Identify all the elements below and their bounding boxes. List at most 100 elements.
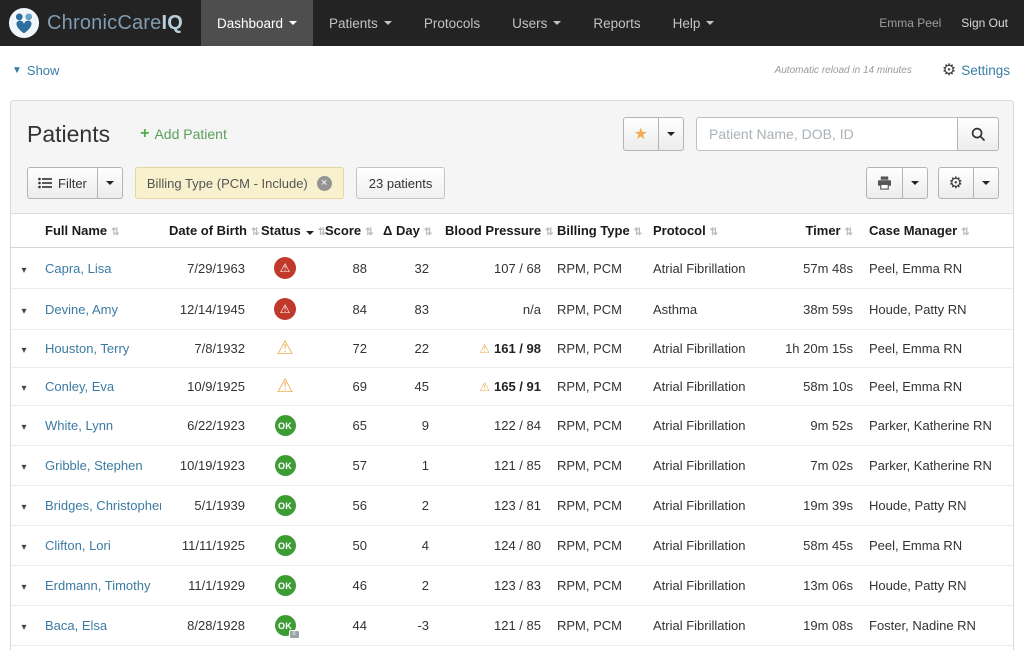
brand-heart-icon (8, 7, 40, 39)
sign-out-link[interactable]: Sign Out (961, 16, 1008, 30)
score-cell: 88 (317, 248, 375, 289)
show-toggle[interactable]: ▼ Show (12, 63, 59, 78)
table-settings-button[interactable]: ⚙ (938, 167, 974, 199)
patient-name-link[interactable]: White, Lynn (45, 418, 113, 433)
patient-name-link[interactable]: Baca, Elsa (45, 618, 107, 633)
remove-filter-icon[interactable]: × (317, 176, 332, 191)
row-expander-icon[interactable]: ▾ (21, 462, 26, 473)
status-cell: OK≡ (253, 646, 317, 650)
nav-item-label: Users (512, 16, 547, 31)
add-patient-label: Add Patient (154, 126, 226, 142)
column-header-blood-pressure[interactable]: Blood Pressure⇅ (437, 214, 549, 248)
row-expander-icon[interactable]: ▾ (21, 542, 26, 553)
patient-name-link[interactable]: Conley, Eva (45, 379, 114, 394)
case-manager-cell: Houde, Patty RN (861, 289, 1013, 330)
nav-item-dashboard[interactable]: Dashboard (201, 0, 313, 46)
page-title: Patients (27, 121, 110, 148)
sort-icon: ⇅ (961, 227, 969, 238)
search-button[interactable] (957, 117, 999, 151)
score-cell: 41 (317, 646, 375, 650)
row-expander-icon[interactable]: ▾ (21, 306, 26, 317)
dob-cell: 12/14/1945 (161, 289, 253, 330)
row-expander-icon[interactable]: ▾ (21, 582, 26, 593)
column-header-label: Timer (805, 223, 840, 238)
row-expander-icon[interactable]: ▾ (21, 383, 26, 394)
protocol-cell: Asthma (645, 289, 765, 330)
print-button[interactable] (866, 167, 903, 199)
status-cell: OK≡ (253, 606, 317, 646)
blood-pressure-cell: 121 / 85 (437, 606, 549, 646)
bp-warning-icon: ⚠ (479, 342, 490, 356)
billing-type-cell: RPM, PCM (549, 606, 645, 646)
row-expander-icon[interactable]: ▾ (21, 265, 26, 276)
column-header-expander (11, 214, 37, 248)
brand[interactable]: ChronicCareIQ (0, 0, 201, 46)
status-ok-icon: OK (275, 535, 296, 556)
sort-icon: ⇅ (424, 227, 432, 238)
column-header-date-of-birth[interactable]: Date of Birth⇅ (161, 214, 253, 248)
gear-icon: ⚙ (949, 173, 963, 193)
row-expander-icon[interactable]: ▾ (21, 622, 26, 633)
row-expander-icon[interactable]: ▾ (21, 422, 26, 433)
chevron-down-icon (706, 21, 714, 25)
patient-name-link[interactable]: Bridges, Christopher (45, 498, 161, 513)
timer-cell: 58m 10s (765, 368, 861, 406)
sort-icon: ⇅ (111, 227, 119, 238)
delta-day-cell: 83 (375, 289, 437, 330)
case-manager-cell: Houde, Patty RN (861, 646, 1013, 650)
patient-name-link[interactable]: Capra, Lisa (45, 261, 111, 276)
score-cell: 50 (317, 526, 375, 566)
nav-item-users[interactable]: Users (496, 0, 577, 46)
plus-icon: + (140, 125, 149, 143)
nav-item-protocols[interactable]: Protocols (408, 0, 496, 46)
patient-search-input[interactable] (696, 117, 958, 151)
column-header-label: Blood Pressure (445, 223, 541, 238)
chevron-down-icon (384, 21, 392, 25)
gear-icon: ⚙ (942, 60, 956, 80)
status-cell: OK (253, 446, 317, 486)
bp-warning-icon: ⚠ (479, 380, 490, 394)
column-header-full-name[interactable]: Full Name⇅ (37, 214, 161, 248)
column-header-timer[interactable]: Timer⇅ (765, 214, 861, 248)
settings-link[interactable]: ⚙ Settings (942, 60, 1010, 80)
nav-item-reports[interactable]: Reports (577, 0, 656, 46)
column-header-protocol[interactable]: Protocol⇅ (645, 214, 765, 248)
nav-item-help[interactable]: Help (657, 0, 731, 46)
case-manager-cell: Parker, Katherine RN (861, 446, 1013, 486)
patients-table-body: ▾ Capra, Lisa 7/29/1963 ⚠ 88 32 107 / 68… (11, 248, 1013, 650)
table-row: ▾ Conley, Eva 10/9/1925 ⚠ 69 45 ⚠165 / 9… (11, 368, 1013, 406)
favorites-star-button[interactable]: ★ (623, 117, 659, 151)
column-header-status[interactable]: Status⇅ (253, 214, 317, 248)
patient-name-link[interactable]: Erdmann, Timothy (45, 578, 151, 593)
column-header-case-manager[interactable]: Case Manager⇅ (861, 214, 1013, 248)
patient-name-link[interactable]: Clifton, Lori (45, 538, 111, 553)
nav-item-patients[interactable]: Patients (313, 0, 408, 46)
case-manager-cell: Peel, Emma RN (861, 248, 1013, 289)
panel-header: Patients + Add Patient ★ (11, 101, 1013, 161)
sort-icon: ⇅ (545, 227, 553, 238)
status-ok-icon: OK (275, 455, 296, 476)
print-dropdown-button[interactable] (902, 167, 928, 199)
nav-item-label: Dashboard (217, 16, 283, 31)
column-header-day[interactable]: Δ Day⇅ (375, 214, 437, 248)
column-header-billing-type[interactable]: Billing Type⇅ (549, 214, 645, 248)
column-header-score[interactable]: Score⇅ (317, 214, 375, 248)
filter-dropdown-button[interactable] (97, 167, 123, 199)
status-cell: OK (253, 566, 317, 606)
status-cell: ⚠ (253, 248, 317, 289)
favorites-dropdown-button[interactable] (658, 117, 684, 151)
patient-name-link[interactable]: Houston, Terry (45, 341, 129, 356)
add-patient-button[interactable]: + Add Patient (140, 125, 227, 143)
blood-pressure-cell: 122 / 84 (437, 406, 549, 446)
row-expander-icon[interactable]: ▾ (21, 345, 26, 356)
filter-button[interactable]: Filter (27, 167, 98, 199)
patient-name-link[interactable]: Devine, Amy (45, 302, 118, 317)
billing-type-cell: RPM, PCM (549, 406, 645, 446)
table-settings-dropdown-button[interactable] (973, 167, 999, 199)
nav-item-label: Reports (593, 16, 640, 31)
status-alert-icon: ⚠ (274, 298, 296, 320)
column-header-label: Score (325, 223, 361, 238)
row-expander-icon[interactable]: ▾ (21, 502, 26, 513)
delta-day-cell: 2 (375, 486, 437, 526)
patient-name-link[interactable]: Gribble, Stephen (45, 458, 143, 473)
